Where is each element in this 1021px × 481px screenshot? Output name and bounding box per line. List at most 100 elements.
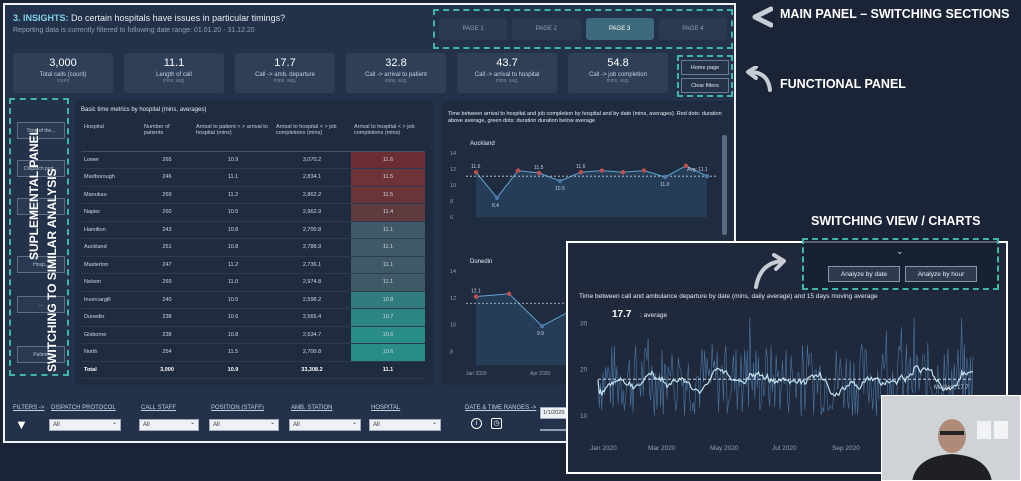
table-cell: 260 bbox=[141, 203, 193, 222]
filter-label: HOSPITAL bbox=[371, 405, 401, 411]
table-cell: 238 bbox=[141, 326, 193, 344]
column-header[interactable]: Hospital bbox=[81, 121, 141, 152]
switching-analysis-label: SWITCHING TO SIMILAR ANALYSIS bbox=[45, 168, 59, 372]
clear-filters-button[interactable]: Clear filters bbox=[681, 78, 729, 93]
table-row[interactable]: Marlborough 246 11.1 2,834.1 11.5 bbox=[81, 168, 425, 187]
table-cell: 2,788.9 bbox=[273, 238, 351, 257]
column-header[interactable]: Arrival to hospital < > job completions … bbox=[351, 121, 425, 152]
kpi-value: 3,000 bbox=[49, 57, 77, 69]
filter-dropdown[interactable]: All bbox=[49, 418, 121, 431]
supplemental-panel: Patient... Hosp... Dispatch prot... Time of… bbox=[9, 98, 69, 376]
data-point bbox=[578, 170, 584, 175]
supplemental-button[interactable]: Time of the... bbox=[17, 122, 65, 139]
kpi-unit: mins, avg. bbox=[495, 78, 519, 84]
x-tick-label: Jan 2020 bbox=[466, 371, 487, 377]
data-point bbox=[599, 168, 605, 173]
table-row[interactable]: Napier 260 10.5 2,962.9 11.4 bbox=[81, 203, 425, 222]
table-row[interactable]: Masterton 247 11.2 2,736.1 11.1 bbox=[81, 256, 425, 274]
hospital-name-cell: Lower bbox=[81, 151, 141, 169]
charts-title: Time between arrival to hospital and job… bbox=[448, 111, 722, 124]
filter-label: AMB. STATION bbox=[291, 405, 333, 411]
kpi-value: 54.8 bbox=[607, 57, 629, 69]
data-label: 8.4 bbox=[492, 203, 499, 209]
y-tick-label: 14 bbox=[450, 269, 456, 275]
filter-dropdown[interactable]: All bbox=[139, 418, 199, 431]
column-header[interactable]: Arrival to hospital < > job completions … bbox=[273, 121, 351, 152]
data-point bbox=[536, 170, 542, 176]
switching-view-panel: ⌄ Analyze by date Analyze by hour bbox=[802, 238, 999, 290]
kpi-card: 3,000 Total calls (count) count bbox=[13, 53, 113, 93]
table-row[interactable]: Gisborne 238 10.8 2,534.7 10.6 bbox=[81, 326, 425, 344]
total-cell: Total bbox=[81, 360, 141, 379]
hospital-name-cell: Marlborough bbox=[81, 168, 141, 187]
kpi-card: 54.8 Call -> job completion mins, avg. bbox=[568, 53, 668, 93]
table-cell: 10.8 bbox=[193, 326, 273, 344]
analyze-by-hour-button[interactable]: Analyze by hour bbox=[905, 266, 977, 282]
tab-page-1[interactable]: PAGE 1 bbox=[439, 18, 508, 40]
table-cell: 11.1 bbox=[351, 273, 425, 292]
table-cell: 10.5 bbox=[193, 291, 273, 309]
table-cell: 2,565.4 bbox=[273, 308, 351, 327]
kpi-card: 32.8 Call -> arrival to patient mins, avg. bbox=[346, 53, 446, 93]
tab-page-4[interactable]: PAGE 4 bbox=[658, 18, 727, 40]
column-header[interactable]: Number of patients bbox=[141, 121, 193, 152]
table-row[interactable]: Hamilton 243 10.8 2,700.8 11.1 bbox=[81, 221, 425, 239]
table-cell: 11.5 bbox=[193, 343, 273, 362]
table-cell: 2,736.1 bbox=[273, 256, 351, 274]
main-panel-annotation: MAIN PANEL – SWITCHING SECTIONS bbox=[780, 7, 1010, 21]
table-row[interactable]: Lower 265 10.9 3,070.2 11.6 bbox=[81, 151, 425, 169]
date-range-label: DATE & TIME RANGES -> bbox=[465, 405, 537, 411]
table-cell: 269 bbox=[141, 273, 193, 292]
table-cell: 11.2 bbox=[193, 186, 273, 204]
kpi-value: 32.8 bbox=[385, 57, 407, 69]
column-header[interactable]: Arrival to patient < > arrival to hospit… bbox=[193, 121, 273, 152]
filter-dropdown[interactable]: All bbox=[209, 418, 279, 431]
hospital-name-cell: North bbox=[81, 343, 141, 362]
arrow-switching-view-icon bbox=[752, 253, 788, 294]
arrow-functional-panel-icon bbox=[744, 65, 772, 97]
table-cell: 10.8 bbox=[351, 291, 425, 309]
calendar-icon[interactable]: ◷ bbox=[491, 418, 502, 429]
y-tick-label: 8 bbox=[450, 350, 453, 356]
filters-bar: FILTERS -> ▼ DATE & TIME RANGES -> i ◷ 1… bbox=[13, 405, 578, 439]
table-cell: 10.9 bbox=[193, 151, 273, 169]
table-cell: 10.7 bbox=[351, 308, 425, 327]
hospital-name-cell: Dunedin bbox=[81, 308, 141, 327]
table-cell: 246 bbox=[141, 168, 193, 187]
table-row[interactable]: Nelson 269 11.0 2,974.8 11.1 bbox=[81, 273, 425, 292]
data-label: 9.9 bbox=[537, 331, 544, 337]
home-page-button[interactable]: Home page bbox=[681, 60, 729, 75]
data-label: 11.5 bbox=[534, 165, 544, 171]
x-tick-label: Apr 2020 bbox=[530, 371, 551, 377]
x-tick-label: Mar 2020 bbox=[648, 445, 676, 452]
presenter-webcam bbox=[881, 395, 1021, 481]
info-icon[interactable]: i bbox=[471, 418, 482, 429]
tab-page-3[interactable]: PAGE 3 bbox=[585, 18, 654, 40]
hospital-name-cell: Hamilton bbox=[81, 221, 141, 239]
table-row[interactable]: Manukau 269 11.2 2,862.2 11.5 bbox=[81, 186, 425, 204]
analyze-by-date-button[interactable]: Analyze by date bbox=[828, 266, 900, 282]
filter-dropdown[interactable]: All bbox=[369, 418, 441, 431]
kpi-value: 11.1 bbox=[163, 57, 185, 69]
kpi-unit: count bbox=[56, 78, 70, 84]
y-tick-label: 10 bbox=[580, 413, 588, 420]
hospital-chart-name: Auckland bbox=[470, 141, 495, 147]
table-cell: 2,962.9 bbox=[273, 203, 351, 222]
kpi-card: 43.7 Call -> arrival to hospital mins, avg… bbox=[457, 53, 557, 93]
filter-icon[interactable]: ▼ bbox=[15, 417, 28, 432]
table-row[interactable]: North 254 11.5 2,700.8 10.6 bbox=[81, 343, 425, 362]
table-cell: 2,598.2 bbox=[273, 291, 351, 309]
table-cell: 11.6 bbox=[351, 151, 425, 169]
table-cell: 265 bbox=[141, 151, 193, 169]
filter-label: CALL STAFF bbox=[141, 405, 177, 411]
table-row[interactable]: Auckland 251 10.8 2,788.9 11.1 bbox=[81, 238, 425, 257]
filter-dropdown[interactable]: All bbox=[289, 418, 361, 431]
data-label: 11.6 bbox=[576, 164, 586, 170]
table-row[interactable]: Invercargill 240 10.5 2,598.2 10.8 bbox=[81, 291, 425, 309]
switching-view-annotation: SWITCHING VIEW / CHARTS bbox=[811, 214, 981, 228]
data-label: 12.1 bbox=[471, 289, 481, 295]
table-cell: 2,834.1 bbox=[273, 168, 351, 187]
table-cell: 2,974.8 bbox=[273, 273, 351, 292]
tab-page-2[interactable]: PAGE 2 bbox=[512, 18, 581, 40]
table-row[interactable]: Dunedin 238 10.6 2,565.4 10.7 bbox=[81, 308, 425, 327]
